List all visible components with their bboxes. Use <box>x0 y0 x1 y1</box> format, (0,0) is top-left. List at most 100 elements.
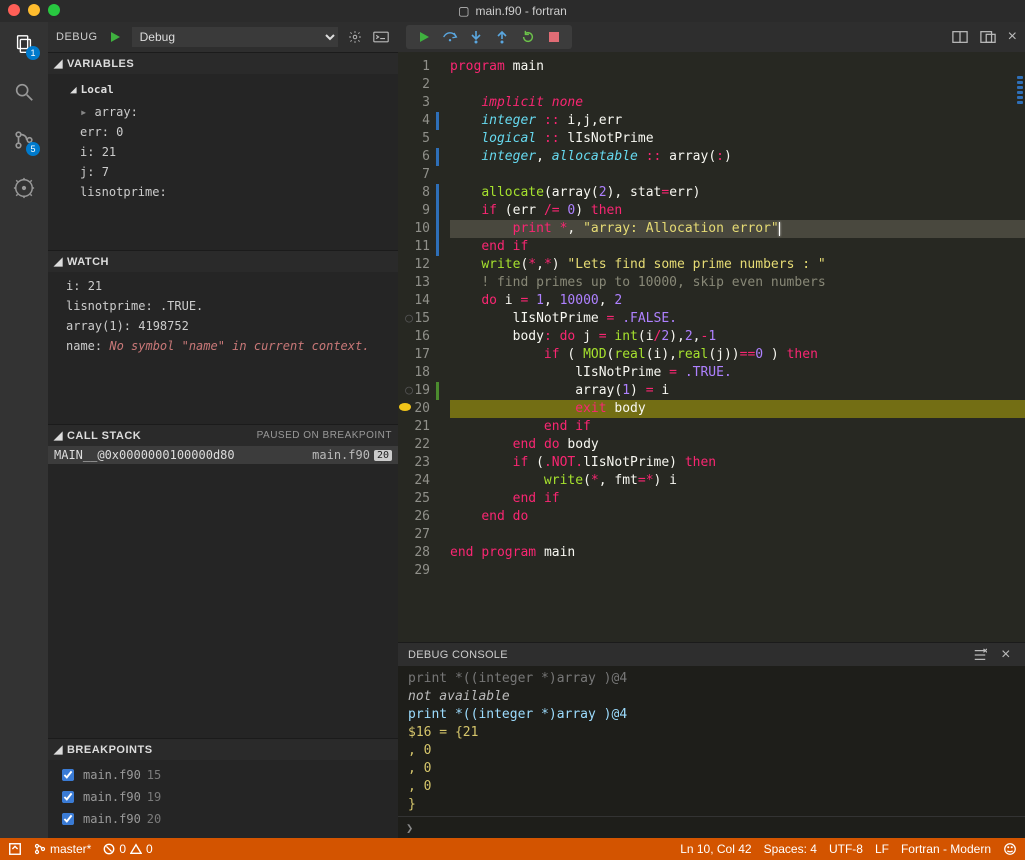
encoding[interactable]: UTF-8 <box>829 842 863 856</box>
activity-debug[interactable] <box>10 174 38 202</box>
code-line[interactable]: program main <box>450 58 1025 76</box>
console-prompt: ❯ <box>406 821 413 835</box>
code-line[interactable]: if ( MOD(real(i),real(j))==0 ) then <box>450 346 1025 364</box>
window-minimize[interactable] <box>28 4 40 16</box>
start-debug-icon[interactable] <box>106 28 124 46</box>
variable-row[interactable]: i: 21 <box>66 142 392 162</box>
breakpoints-title: BREAKPOINTS <box>67 744 153 756</box>
breakpoint-row[interactable]: main.f9019 <box>58 786 392 808</box>
code-line[interactable]: do i = 1, 10000, 2 <box>450 292 1025 310</box>
language-mode[interactable]: Fortran - Modern <box>901 842 991 856</box>
code-line[interactable]: end program main <box>450 544 1025 562</box>
debug-console[interactable]: print *((integer *)array )@4not availabl… <box>398 666 1025 816</box>
code-line[interactable]: body: do j = int(i/2),2,-1 <box>450 328 1025 346</box>
code-line[interactable]: write(*, fmt=*) i <box>450 472 1025 490</box>
code-editor[interactable]: 1234567891011121314151617181920212223242… <box>398 52 1025 642</box>
code-line[interactable]: logical :: lIsNotPrime <box>450 130 1025 148</box>
window-maximize[interactable] <box>48 4 60 16</box>
breakpoint-dim-glyph[interactable]: ○ <box>402 382 416 400</box>
debug-console-title: DEBUG CONSOLE <box>408 649 971 661</box>
close-console-icon[interactable]: × <box>997 646 1015 664</box>
code-line[interactable]: if (.NOT.lIsNotPrime) then <box>450 454 1025 472</box>
debug-title: DEBUG <box>56 31 98 43</box>
code-line[interactable]: exit body <box>450 400 1025 418</box>
code-line[interactable]: write(*,*) "Lets find some prime numbers… <box>450 256 1025 274</box>
callstack-status: PAUSED ON BREAKPOINT <box>257 430 392 441</box>
variable-row[interactable]: lisnotprime: <box>66 182 392 202</box>
debug-config-select[interactable]: Debug <box>132 27 338 47</box>
console-line: not available <box>408 688 1015 706</box>
code-line[interactable]: ○ lIsNotPrime = .FALSE. <box>450 310 1025 328</box>
continue-icon[interactable] <box>416 29 432 45</box>
code-line[interactable]: ○ array(1) = i <box>450 382 1025 400</box>
code-line[interactable]: if (err /= 0) then <box>450 202 1025 220</box>
eol[interactable]: LF <box>875 842 889 856</box>
window-close[interactable] <box>8 4 20 16</box>
callstack-frame[interactable]: MAIN__@0x0000000100000d80main.f9020 <box>48 446 398 464</box>
split-editor-icon[interactable] <box>952 30 968 44</box>
variable-row[interactable]: ▸ array: <box>66 102 392 122</box>
code-line[interactable]: end if <box>450 238 1025 256</box>
stop-icon[interactable] <box>546 29 562 45</box>
breakpoints-header[interactable]: ◢ BREAKPOINTS <box>48 738 398 760</box>
breakpoint-checkbox[interactable] <box>62 791 74 803</box>
callstack-header[interactable]: ◢ CALL STACK PAUSED ON BREAKPOINT <box>48 424 398 446</box>
variable-row[interactable]: j: 7 <box>66 162 392 182</box>
debug-console-input[interactable]: ❯ <box>398 816 1025 838</box>
restart-icon[interactable] <box>520 29 536 45</box>
code-line[interactable] <box>450 76 1025 94</box>
code-line[interactable]: ! find primes up to 10000, skip even num… <box>450 274 1025 292</box>
watch-row[interactable]: array(1): 4198752 <box>66 316 392 336</box>
watch-row[interactable]: name: No symbol "name" in current contex… <box>66 336 392 356</box>
more-actions-icon[interactable] <box>980 30 996 44</box>
step-out-icon[interactable] <box>494 29 510 45</box>
close-editor-icon[interactable]: × <box>1008 28 1017 46</box>
indentation[interactable]: Spaces: 4 <box>764 842 817 856</box>
console-icon[interactable] <box>372 28 390 46</box>
watch-header[interactable]: ◢ WATCH <box>48 250 398 272</box>
activity-search[interactable] <box>10 78 38 106</box>
code-line[interactable]: end do body <box>450 436 1025 454</box>
variables-scope[interactable]: ◢ Local <box>66 78 392 102</box>
breakpoint-row[interactable]: main.f9020 <box>58 808 392 830</box>
variables-header[interactable]: ◢ VARIABLES <box>48 52 398 74</box>
gear-icon[interactable] <box>346 28 364 46</box>
problems[interactable]: 0 0 <box>103 842 152 856</box>
clear-console-icon[interactable] <box>971 646 989 664</box>
watch-row[interactable]: lisnotprime: .TRUE. <box>66 296 392 316</box>
console-line: , 0 <box>408 760 1015 778</box>
breakpoint-checkbox[interactable] <box>62 769 74 781</box>
breakpoint-checkbox[interactable] <box>62 813 74 825</box>
step-over-icon[interactable] <box>442 29 458 45</box>
code-line[interactable]: integer :: i,j,err <box>450 112 1025 130</box>
git-branch[interactable]: master* <box>34 842 91 856</box>
code-line[interactable]: allocate(array(2), stat=err) <box>450 184 1025 202</box>
code-line[interactable] <box>450 526 1025 544</box>
cursor-position[interactable]: Ln 10, Col 42 <box>680 842 751 856</box>
breakpoint-glyph[interactable] <box>398 400 412 414</box>
code-line[interactable]: integer, allocatable :: array(:) <box>450 148 1025 166</box>
remote-icon[interactable] <box>8 842 22 856</box>
code-line[interactable]: implicit none <box>450 94 1025 112</box>
code-line[interactable]: end if <box>450 490 1025 508</box>
activity-explorer[interactable]: 1 <box>10 30 38 58</box>
watch-row[interactable]: i: 21 <box>66 276 392 296</box>
console-line: , 0 <box>408 778 1015 796</box>
code-line[interactable]: end if <box>450 418 1025 436</box>
chevron-down-icon: ◢ <box>54 255 63 268</box>
step-into-icon[interactable] <box>468 29 484 45</box>
code-line[interactable]: end do <box>450 508 1025 526</box>
code-line[interactable] <box>450 166 1025 184</box>
code-line[interactable]: lIsNotPrime = .TRUE. <box>450 364 1025 382</box>
variable-row[interactable]: err: 0 <box>66 122 392 142</box>
breakpoint-row[interactable]: main.f9015 <box>58 764 392 786</box>
breakpoint-dim-glyph[interactable]: ○ <box>402 310 416 328</box>
activity-scm[interactable]: 5 <box>10 126 38 154</box>
window-title: main.f90 - fortran <box>475 4 566 18</box>
watch-title: WATCH <box>67 256 109 268</box>
console-line: } <box>408 796 1015 814</box>
explorer-badge: 1 <box>26 46 40 60</box>
code-line[interactable]: print *, "array: Allocation error" <box>450 220 1025 238</box>
code-line[interactable] <box>450 562 1025 580</box>
feedback-icon[interactable] <box>1003 842 1017 856</box>
